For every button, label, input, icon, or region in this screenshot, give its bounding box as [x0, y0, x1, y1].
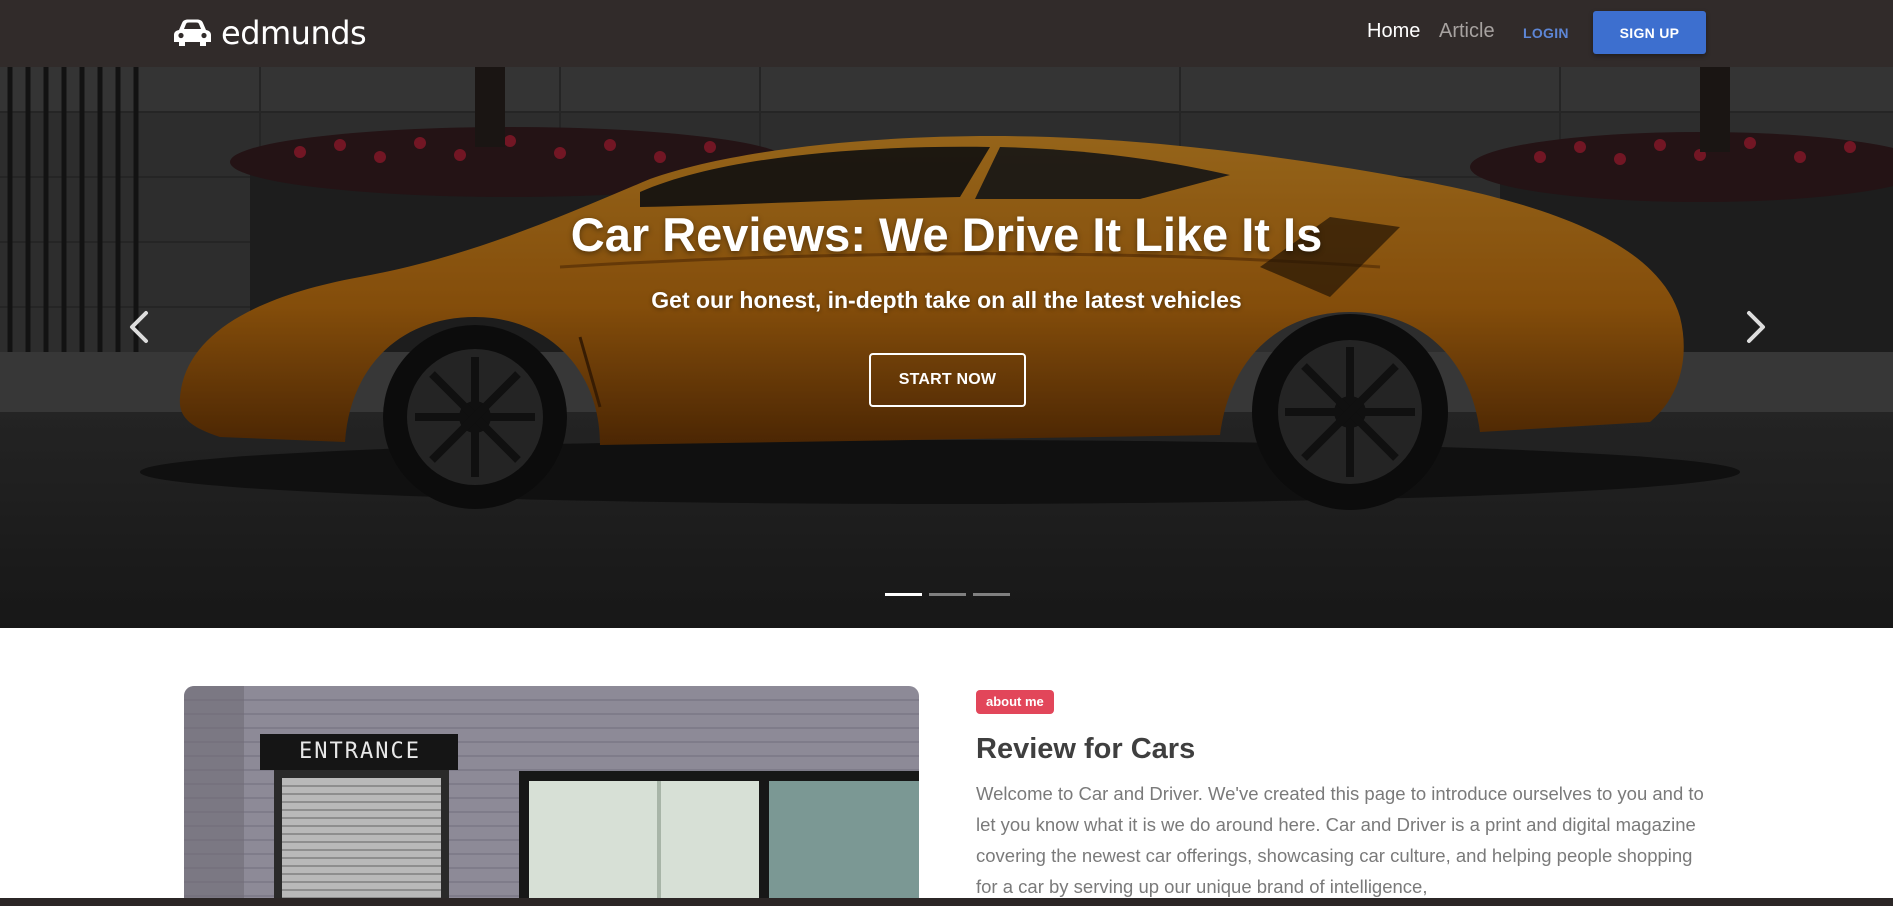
carousel-indicator-3[interactable]	[973, 593, 1010, 596]
car-logo-icon	[174, 19, 211, 46]
signup-button[interactable]: SIGN UP	[1593, 11, 1706, 54]
hero-title: Car Reviews: We Drive It Like It Is	[570, 208, 1323, 261]
login-link[interactable]: LOGIN	[1523, 25, 1569, 41]
carousel-prev-button[interactable]	[120, 297, 160, 357]
hero-subtitle: Get our honest, in-depth take on all the…	[651, 287, 1242, 313]
about-title: Review for Cars	[976, 733, 1196, 765]
navbar: edmunds Home Article LOGIN SIGN UP	[0, 0, 1893, 67]
about-image: ENTRANCE	[184, 686, 919, 906]
bottom-strip	[0, 898, 1893, 906]
carousel-next-button[interactable]	[1735, 297, 1775, 357]
hero-carousel: Car Reviews: We Drive It Like It Is Get …	[0, 67, 1893, 628]
brand-name: edmunds	[221, 14, 367, 52]
about-body-text: Welcome to Car and Driver. We've created…	[976, 783, 1704, 897]
start-now-button[interactable]: START NOW	[869, 353, 1026, 407]
carousel-indicator-2[interactable]	[929, 593, 966, 596]
carousel-indicator-1[interactable]	[885, 593, 922, 596]
about-badge: about me	[976, 690, 1054, 714]
chevron-right-icon	[1747, 311, 1765, 343]
brand-logo[interactable]: edmunds	[170, 14, 367, 52]
hero-background-image	[0, 67, 1893, 628]
carousel-indicators	[885, 593, 1010, 597]
nav-link-home[interactable]: Home	[1367, 19, 1420, 43]
nav-link-article[interactable]: Article	[1439, 19, 1495, 43]
chevron-left-icon	[130, 311, 148, 343]
entrance-sign-text: ENTRANCE	[299, 739, 421, 764]
